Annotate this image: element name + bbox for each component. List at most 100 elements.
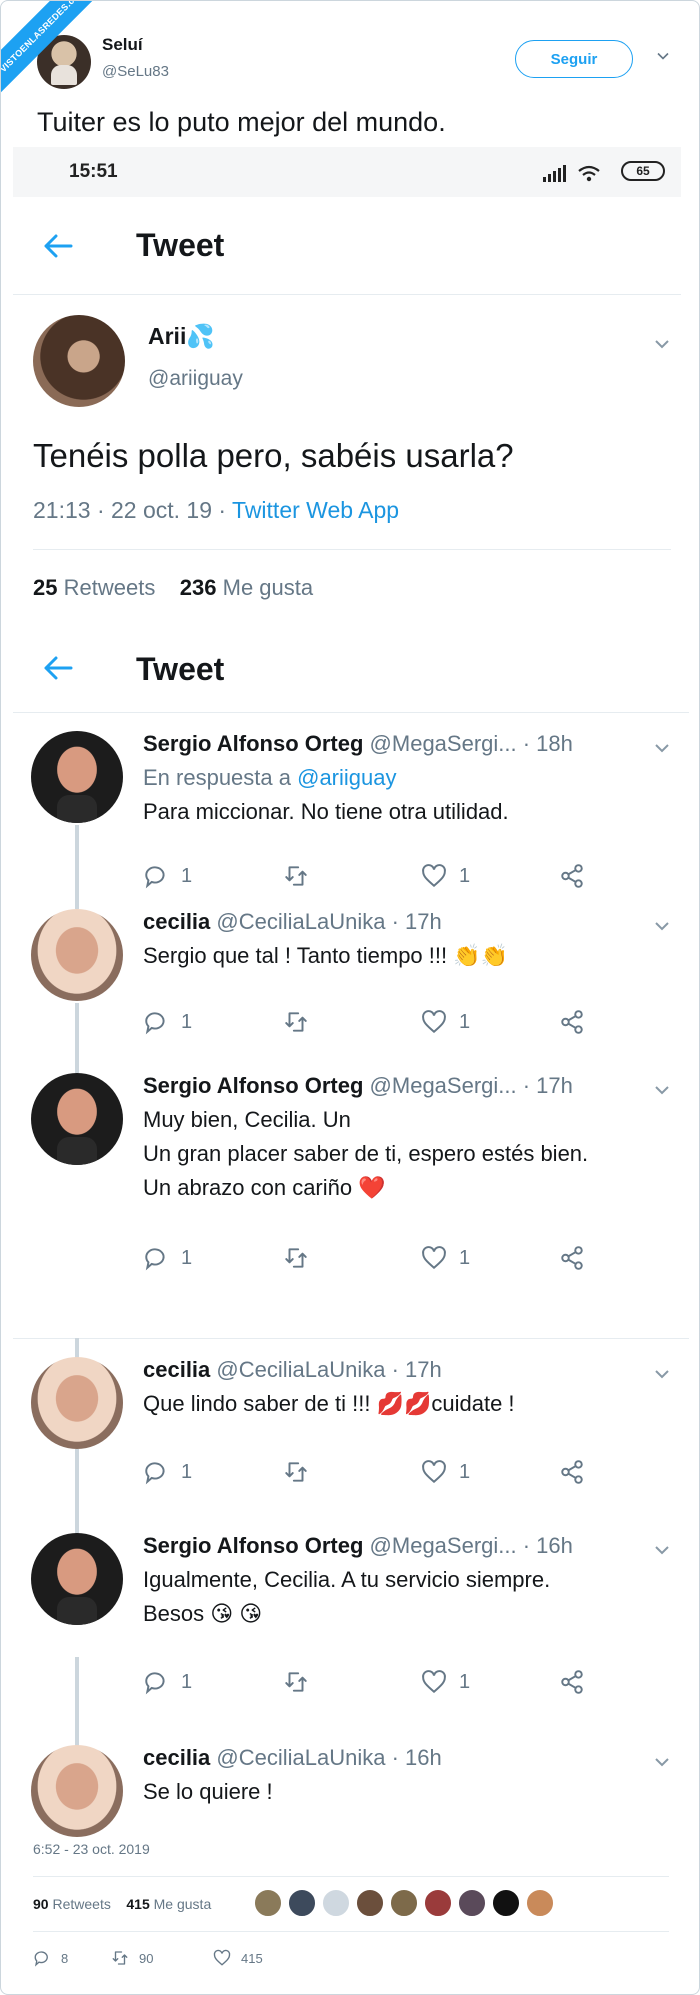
author-handle[interactable]: @ariiguay (148, 367, 243, 391)
liker-avatar[interactable] (254, 1889, 282, 1917)
liker-avatars (254, 1889, 560, 1917)
reply-action[interactable]: 1 (143, 861, 192, 891)
author-handle[interactable]: @CeciliaLaUnika (216, 1745, 385, 1770)
share-action[interactable] (559, 861, 597, 891)
author-name[interactable]: Sergio Alfonso Orteg (143, 731, 363, 756)
chevron-down-icon[interactable] (653, 1365, 671, 1383)
reply-header: Sergio Alfonso Orteg @MegaSergi... · 16h (143, 1533, 573, 1559)
like-action[interactable]: 1 (421, 1667, 470, 1697)
share-action[interactable] (559, 1007, 597, 1037)
chevron-down-icon[interactable] (653, 1081, 671, 1099)
reply-header: Sergio Alfonso Orteg @MegaSergi... · 18h (143, 731, 573, 757)
chevron-down-icon[interactable] (653, 1541, 671, 1559)
share-action[interactable] (559, 1243, 597, 1273)
avatar[interactable] (31, 1073, 123, 1165)
screen-top-bar: Tweet (13, 627, 689, 713)
author-handle[interactable]: @MegaSergi... (370, 1533, 517, 1558)
chevron-down-icon[interactable] (653, 739, 671, 757)
tweet-source-link[interactable]: Twitter Web App (232, 497, 399, 523)
avatar[interactable] (31, 1533, 123, 1625)
author-handle[interactable]: @MegaSergi... (370, 1073, 517, 1098)
reply-action[interactable]: 1 (143, 1243, 192, 1273)
retweets-label[interactable]: Retweets (52, 1896, 110, 1912)
retweet-action[interactable] (283, 1007, 321, 1037)
author-handle[interactable]: @CeciliaLaUnika (216, 1357, 385, 1382)
reply-header: cecilia @CeciliaLaUnika · 17h (143, 1357, 442, 1383)
back-arrow-icon[interactable] (43, 655, 73, 681)
liker-avatar[interactable] (458, 1889, 486, 1917)
retweets-label[interactable]: Retweets (64, 575, 156, 600)
author-name[interactable]: Seluí (102, 35, 143, 55)
liker-avatar[interactable] (390, 1889, 418, 1917)
likes-label[interactable]: Me gusta (154, 1896, 212, 1912)
avatar[interactable] (31, 731, 123, 823)
reply-action[interactable]: 1 (143, 1007, 192, 1037)
reply-header: cecilia @CeciliaLaUnika · 17h (143, 909, 442, 935)
chevron-down-icon[interactable] (656, 49, 670, 63)
retweet-action[interactable] (283, 1457, 321, 1487)
author-name[interactable]: cecilia (143, 1357, 210, 1382)
author-handle[interactable]: @SeLu83 (102, 63, 169, 80)
tweet-meta: 21:13 · 22 oct. 19 · Twitter Web App (33, 497, 399, 524)
like-action[interactable]: 1 (421, 1243, 470, 1273)
avatar[interactable] (31, 1357, 123, 1449)
likes-count[interactable]: 236 (180, 575, 217, 600)
liker-avatar[interactable] (526, 1889, 554, 1917)
avatar[interactable] (31, 909, 123, 1001)
retweet-action[interactable] (283, 861, 321, 891)
share-action[interactable] (559, 1667, 597, 1697)
author-handle[interactable]: @MegaSergi... (370, 731, 517, 756)
retweet-icon (285, 866, 307, 886)
reply-text-line: Igualmente, Cecilia. A tu servicio siemp… (143, 1567, 551, 1592)
reply-action[interactable]: 8 (33, 1943, 68, 1973)
reply-actions: 1 1 (143, 1243, 663, 1273)
tweet-text: Tenéis polla pero, sabéis usarla? (33, 437, 514, 474)
like-action[interactable]: 1 (421, 1457, 470, 1487)
reply-icon (145, 1012, 165, 1035)
author-name[interactable]: cecilia (143, 909, 210, 934)
like-count: 1 (459, 1010, 471, 1033)
avatar[interactable] (31, 1745, 123, 1837)
like-action[interactable]: 1 (421, 1007, 470, 1037)
like-action[interactable]: 1 (421, 861, 470, 891)
author-name[interactable]: cecilia (143, 1745, 210, 1770)
author-name[interactable]: Sergio Alfonso Orteg (143, 1533, 363, 1558)
back-arrow-icon[interactable] (43, 233, 73, 259)
likes-label[interactable]: Me gusta (223, 575, 314, 600)
reply-action[interactable]: 1 (143, 1667, 192, 1697)
tweet-actions: 8 90 415 (33, 1943, 633, 1967)
like-count: 415 (241, 1950, 263, 1966)
like-action[interactable]: 415 (213, 1943, 263, 1973)
reply-action[interactable]: 1 (143, 1457, 192, 1487)
follow-button[interactable]: Seguir (515, 40, 633, 78)
tweet-counts: 25 Retweets 236 Me gusta (33, 575, 313, 601)
liker-avatar[interactable] (424, 1889, 452, 1917)
divider (33, 1876, 669, 1877)
retweet-action[interactable]: 90 (111, 1943, 153, 1973)
chevron-down-icon[interactable] (653, 1753, 671, 1771)
reply-count: 1 (181, 1670, 193, 1693)
reply-text-line: Muy bien, Cecilia. Un (143, 1107, 351, 1132)
avatar[interactable] (33, 315, 125, 407)
likes-count[interactable]: 415 (126, 1896, 149, 1912)
like-count: 1 (459, 1460, 471, 1483)
tweet-timestamp[interactable]: 6:52 - 23 oct. 2019 (33, 1841, 150, 1857)
liker-avatar[interactable] (356, 1889, 384, 1917)
reply-text: Se lo quiere ! (143, 1779, 273, 1804)
author-handle[interactable]: @CeciliaLaUnika (216, 909, 385, 934)
retweets-count[interactable]: 25 (33, 575, 57, 600)
reply-to-mention[interactable]: @ariiguay (297, 765, 396, 790)
retweet-action[interactable] (283, 1667, 321, 1697)
heart-icon (422, 1460, 446, 1484)
liker-avatar[interactable] (322, 1889, 350, 1917)
liker-avatar[interactable] (288, 1889, 316, 1917)
share-action[interactable] (559, 1457, 597, 1487)
reply-count: 1 (181, 1246, 193, 1269)
chevron-down-icon[interactable] (653, 335, 671, 353)
chevron-down-icon[interactable] (653, 917, 671, 935)
retweet-action[interactable] (283, 1243, 321, 1273)
liker-avatar[interactable] (492, 1889, 520, 1917)
author-name[interactable]: Sergio Alfonso Orteg (143, 1073, 363, 1098)
author-name[interactable]: Arii💦 (148, 323, 215, 350)
retweets-count[interactable]: 90 (33, 1896, 49, 1912)
